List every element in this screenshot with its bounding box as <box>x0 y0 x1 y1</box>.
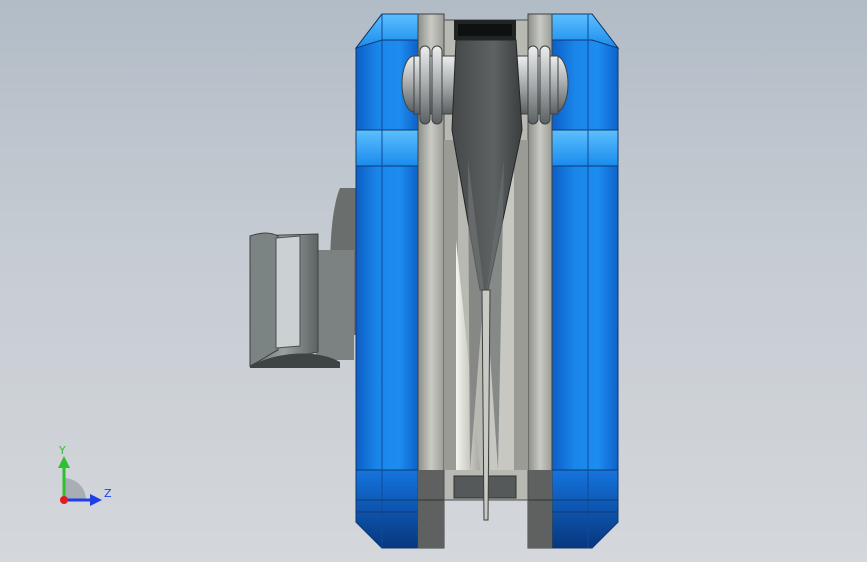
handle-grip-face <box>249 232 279 367</box>
z-axis-arrow <box>90 494 102 506</box>
y-axis-label: Y <box>58 444 66 457</box>
triad-quadrant <box>64 478 86 500</box>
handle-grip-bevel <box>275 235 301 349</box>
cad-model-view[interactable]: Y Z <box>0 0 867 562</box>
x-axis-dot <box>60 496 68 504</box>
coordinate-triad: Y Z <box>58 444 112 506</box>
3d-viewport[interactable]: Y Z <box>0 0 867 562</box>
z-axis-label: Z <box>104 487 112 500</box>
handle-neck <box>316 250 354 360</box>
y-axis-arrow <box>58 456 70 468</box>
side-handle <box>249 188 356 368</box>
